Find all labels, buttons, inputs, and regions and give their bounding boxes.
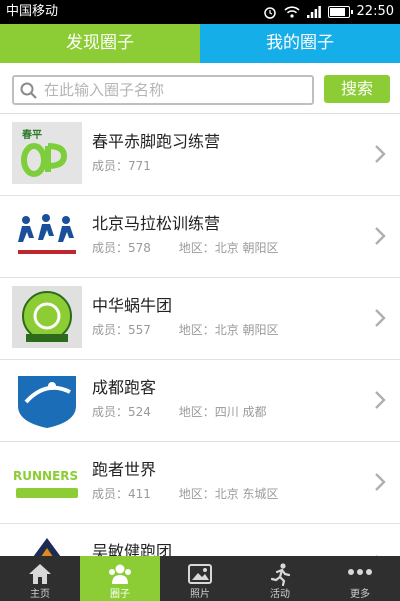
circle-name: 春平赤脚跑习练营 bbox=[92, 132, 221, 151]
circle-region: 地区：北京 东城区 bbox=[178, 487, 279, 501]
nav-more[interactable]: 更多 bbox=[320, 556, 400, 601]
list-item[interactable]: 春平 春平赤脚跑习练营 成员：771 bbox=[0, 114, 400, 196]
chevron-right-icon bbox=[375, 309, 386, 327]
home-icon bbox=[29, 564, 51, 584]
list-item[interactable]: RUNNERS 跑者世界 成员：411 地区：北京 东城区 bbox=[0, 442, 400, 524]
circle-meta: 成员：411 地区：北京 东城区 bbox=[92, 485, 279, 502]
chevron-right-icon bbox=[375, 145, 386, 163]
nav-circles[interactable]: 圈子 bbox=[80, 556, 160, 601]
group-icon bbox=[109, 564, 131, 584]
circle-name: 成都跑客 bbox=[92, 378, 157, 397]
search-placeholder: 在此输入圈子名称 bbox=[44, 81, 165, 99]
circle-region: 地区：四川 成都 bbox=[178, 405, 267, 419]
nav-label: 主页 bbox=[30, 589, 50, 600]
circle-logo: 春平 bbox=[12, 122, 82, 184]
chevron-right-icon bbox=[375, 473, 386, 491]
tab-discover[interactable]: 发现圈子 bbox=[0, 24, 200, 63]
search-icon bbox=[20, 82, 37, 99]
circle-logo bbox=[12, 532, 82, 556]
list-item[interactable]: 成都跑客 成员：524 地区：四川 成都 bbox=[0, 360, 400, 442]
member-count: 成员：578 bbox=[92, 241, 151, 255]
wifi-icon bbox=[283, 6, 300, 18]
circle-logo: RUNNERS bbox=[12, 450, 82, 512]
status-bar: 中国移动 22:50 bbox=[0, 0, 400, 24]
circle-name: 跑者世界 bbox=[92, 460, 157, 479]
circle-meta: 成员：524 地区：四川 成都 bbox=[92, 403, 267, 420]
nav-label: 更多 bbox=[350, 589, 370, 600]
bottom-nav: 主页 圈子 照片 活动 更多 bbox=[0, 556, 400, 601]
list-item[interactable]: 吴敏健跑团 bbox=[0, 524, 400, 556]
tab-bar: 发现圈子 我的圈子 bbox=[0, 24, 400, 63]
chevron-right-icon bbox=[375, 391, 386, 409]
nav-home[interactable]: 主页 bbox=[0, 556, 80, 601]
status-icons: 22:50 bbox=[263, 0, 394, 24]
circle-logo bbox=[12, 204, 82, 266]
circle-logo bbox=[12, 286, 82, 348]
circle-region: 地区：北京 朝阳区 bbox=[178, 241, 279, 255]
nav-activity[interactable]: 活动 bbox=[240, 556, 320, 601]
circle-logo bbox=[12, 368, 82, 430]
photo-icon bbox=[188, 564, 212, 584]
tab-my-circles[interactable]: 我的圈子 bbox=[200, 24, 400, 63]
runner-icon bbox=[270, 563, 291, 586]
clock-label: 22:50 bbox=[356, 4, 394, 19]
circle-name: 吴敏健跑团 bbox=[92, 542, 173, 556]
list-item[interactable]: 北京马拉松训练营 成员：578 地区：北京 朝阳区 bbox=[0, 196, 400, 278]
nav-label: 活动 bbox=[270, 589, 290, 600]
svg-text:春平: 春平 bbox=[22, 128, 42, 141]
circle-list: 春平 春平赤脚跑习练营 成员：771 北京马拉松训练营 成员：578 地区：北京… bbox=[0, 114, 400, 556]
battery-icon bbox=[327, 6, 353, 18]
member-count: 成员：411 bbox=[92, 487, 151, 501]
circle-meta: 成员：771 bbox=[92, 157, 151, 174]
carrier-label: 中国移动 bbox=[6, 4, 59, 19]
member-count: 成员：557 bbox=[92, 323, 151, 337]
circle-meta: 成员：578 地区：北京 朝阳区 bbox=[92, 239, 279, 256]
circle-region: 地区：北京 朝阳区 bbox=[178, 323, 279, 337]
circle-name: 北京马拉松训练营 bbox=[92, 214, 221, 233]
nav-label: 圈子 bbox=[110, 589, 130, 600]
circle-meta: 成员：557 地区：北京 朝阳区 bbox=[92, 321, 279, 338]
nav-label: 照片 bbox=[190, 589, 210, 600]
alarm-icon bbox=[263, 7, 276, 19]
list-item[interactable]: 中华蜗牛团 成员：557 地区：北京 朝阳区 bbox=[0, 278, 400, 360]
nav-photos[interactable]: 照片 bbox=[160, 556, 240, 601]
svg-text:RUNNERS: RUNNERS bbox=[13, 469, 78, 483]
signal-icon bbox=[306, 6, 321, 18]
chevron-right-icon bbox=[375, 227, 386, 245]
more-icon bbox=[348, 569, 372, 575]
search-bar: 在此输入圈子名称 搜索 bbox=[0, 63, 400, 114]
search-button[interactable]: 搜索 bbox=[324, 75, 390, 103]
search-input[interactable]: 在此输入圈子名称 bbox=[12, 75, 314, 105]
member-count: 成员：524 bbox=[92, 405, 151, 419]
member-count: 成员：771 bbox=[92, 159, 151, 173]
circle-name: 中华蜗牛团 bbox=[92, 296, 173, 315]
